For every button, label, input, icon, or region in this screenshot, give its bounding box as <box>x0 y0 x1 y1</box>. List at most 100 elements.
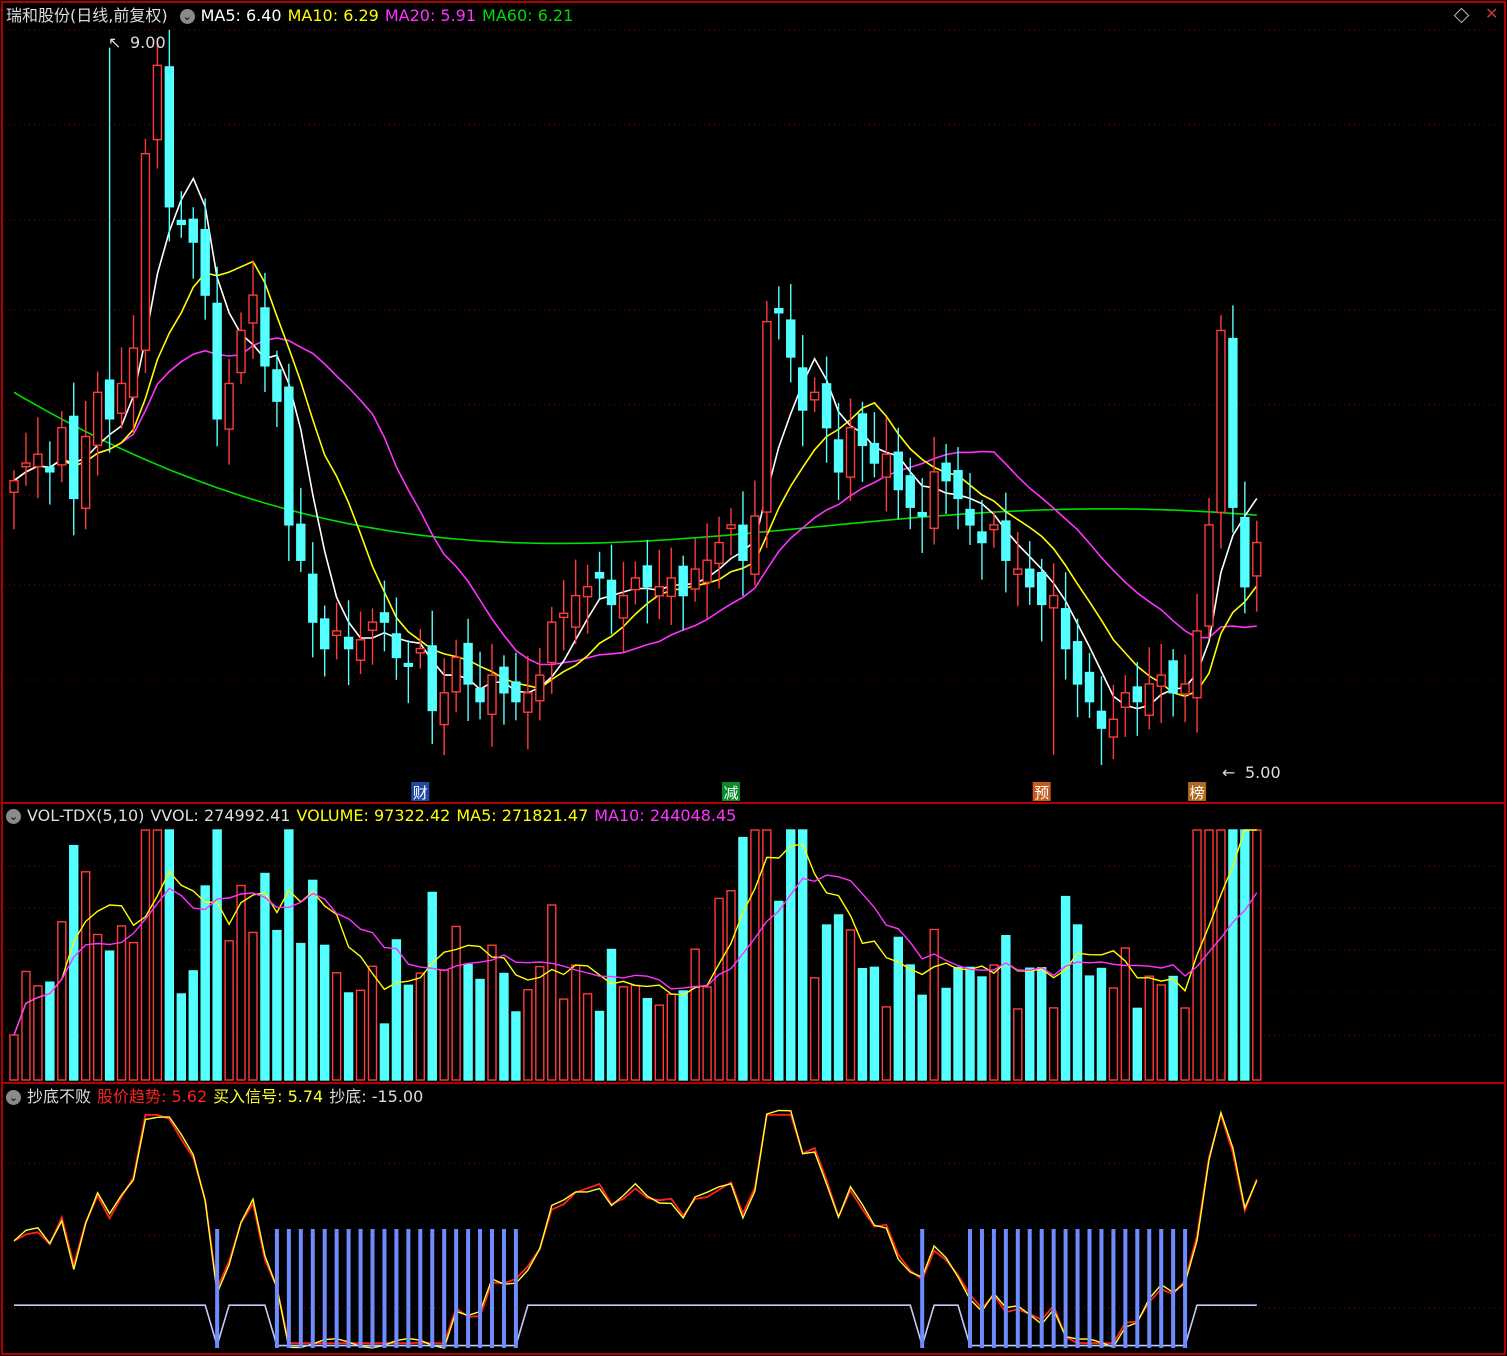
grid-lines <box>4 29 1502 1309</box>
candle-body <box>1252 541 1262 577</box>
candle-body <box>200 228 210 296</box>
candle-body <box>9 479 19 493</box>
chevron-down-icon[interactable]: ⌄ <box>6 1089 21 1105</box>
bottom-signal-bar <box>1135 1229 1140 1348</box>
candle-body <box>630 577 641 591</box>
volume-bar <box>845 929 856 1081</box>
candle-body <box>905 475 915 508</box>
volume-bar <box>833 914 844 1081</box>
bottom-signal-bar <box>1123 1229 1128 1348</box>
volume-bar <box>152 829 163 1081</box>
ma10-line <box>13 260 1258 698</box>
candle-body <box>953 469 963 500</box>
candle-body <box>1144 683 1154 716</box>
candlestick-series <box>9 29 1262 766</box>
candle-body <box>128 347 139 398</box>
ma5-polyline <box>13 176 1258 710</box>
candle-body <box>881 453 892 478</box>
bottom-signal-bar <box>1051 1229 1056 1348</box>
candle-body <box>1240 516 1250 588</box>
volume-bar <box>690 948 700 1081</box>
volume-bar <box>1144 975 1154 1081</box>
bottom-signal-bar <box>358 1229 363 1348</box>
high-arrow: ↖ <box>108 33 121 52</box>
main-panel-header: 瑞和股份(日线,前复权) ⌄ MA5: 6.40 MA10: 6.29 MA20… <box>0 4 579 28</box>
volume-bar <box>176 993 187 1081</box>
volume-bar <box>164 829 175 1081</box>
bottom-signal-bar <box>382 1229 387 1348</box>
bottom-signal-bar <box>478 1229 483 1348</box>
high-price-label: 9.00 <box>130 33 166 52</box>
candle-body <box>678 565 688 597</box>
bottom-signal-bar <box>968 1229 972 1348</box>
chevron-down-icon[interactable]: ⌄ <box>179 8 195 24</box>
candle-body <box>188 218 198 243</box>
volume-bar <box>1013 1008 1023 1081</box>
volume-bar <box>702 986 712 1081</box>
candle-body <box>989 524 999 531</box>
volume-bar <box>212 829 222 1081</box>
candle-body <box>1001 520 1011 561</box>
candle-body <box>475 687 485 703</box>
low-arrow: ← <box>1222 763 1235 782</box>
close-icon[interactable]: ✕ <box>1485 4 1498 23</box>
volume-bar <box>1048 1007 1059 1081</box>
bottom-signal-bar <box>1039 1229 1044 1348</box>
candle-body <box>511 681 521 703</box>
volume-bar <box>821 924 832 1081</box>
candle-body <box>499 666 509 694</box>
bottom-signal-bar <box>501 1229 506 1348</box>
volume-bar <box>9 1034 19 1081</box>
candle-body <box>642 565 653 588</box>
bottom-signal-bar <box>346 1229 351 1348</box>
candle-body <box>786 319 796 358</box>
volume-bar <box>391 939 402 1081</box>
volume-bar <box>21 970 31 1081</box>
vvol-value: VVOL: 274992.41 <box>150 806 291 825</box>
candle-body <box>260 307 270 367</box>
volume-bar <box>786 829 796 1081</box>
volume-bar <box>57 921 67 1081</box>
volume-bar <box>355 989 366 1081</box>
ma60-value: MA60: 6.21 <box>482 6 574 25</box>
candle-body <box>152 64 163 141</box>
volume-bar <box>857 968 868 1081</box>
candle-body <box>439 692 449 726</box>
candle-body <box>1108 718 1119 738</box>
bottom-signal-bar <box>1171 1229 1176 1348</box>
ma60-line <box>13 391 1257 545</box>
candle-body <box>690 568 700 590</box>
volume-bar <box>941 987 951 1081</box>
volume-bar <box>128 941 139 1081</box>
chart-canvas[interactable]: 财 减 预 榜 9.00 ↖ 5.00 ← <box>0 0 1507 1356</box>
candle-body <box>917 511 927 517</box>
volume-bar <box>666 993 676 1081</box>
event-marker-text: 榜 <box>1190 784 1205 802</box>
volume-bar <box>1084 975 1095 1081</box>
volume-bar <box>630 984 641 1081</box>
ma60-polyline <box>13 391 1257 545</box>
candle-body <box>821 383 832 429</box>
volume-bar <box>535 965 545 1081</box>
candle-body <box>738 524 748 561</box>
volume-bar <box>1156 984 1166 1081</box>
volume-bar <box>427 891 437 1081</box>
volume-bar <box>977 976 987 1081</box>
candle-body <box>1036 571 1047 606</box>
bottom-signal-bar <box>442 1229 447 1348</box>
trend-value: 股价趋势: 5.62 <box>97 1087 208 1106</box>
volume-bar <box>140 829 151 1081</box>
volume-bar <box>200 885 210 1081</box>
candle-body <box>845 426 856 478</box>
bottom-signal-bar <box>322 1229 327 1348</box>
bottom-signal-bar <box>513 1229 518 1348</box>
candle-body <box>212 302 222 420</box>
candle-body <box>654 586 664 597</box>
volume-bar <box>953 966 963 1081</box>
volume-bar <box>104 950 115 1081</box>
bottom-signal-bar <box>1063 1229 1068 1348</box>
candle-body <box>57 426 67 466</box>
chevron-down-icon[interactable]: ⌄ <box>6 808 21 824</box>
volume-bar <box>1025 967 1035 1081</box>
ma10-value: MA10: 6.29 <box>287 6 379 25</box>
